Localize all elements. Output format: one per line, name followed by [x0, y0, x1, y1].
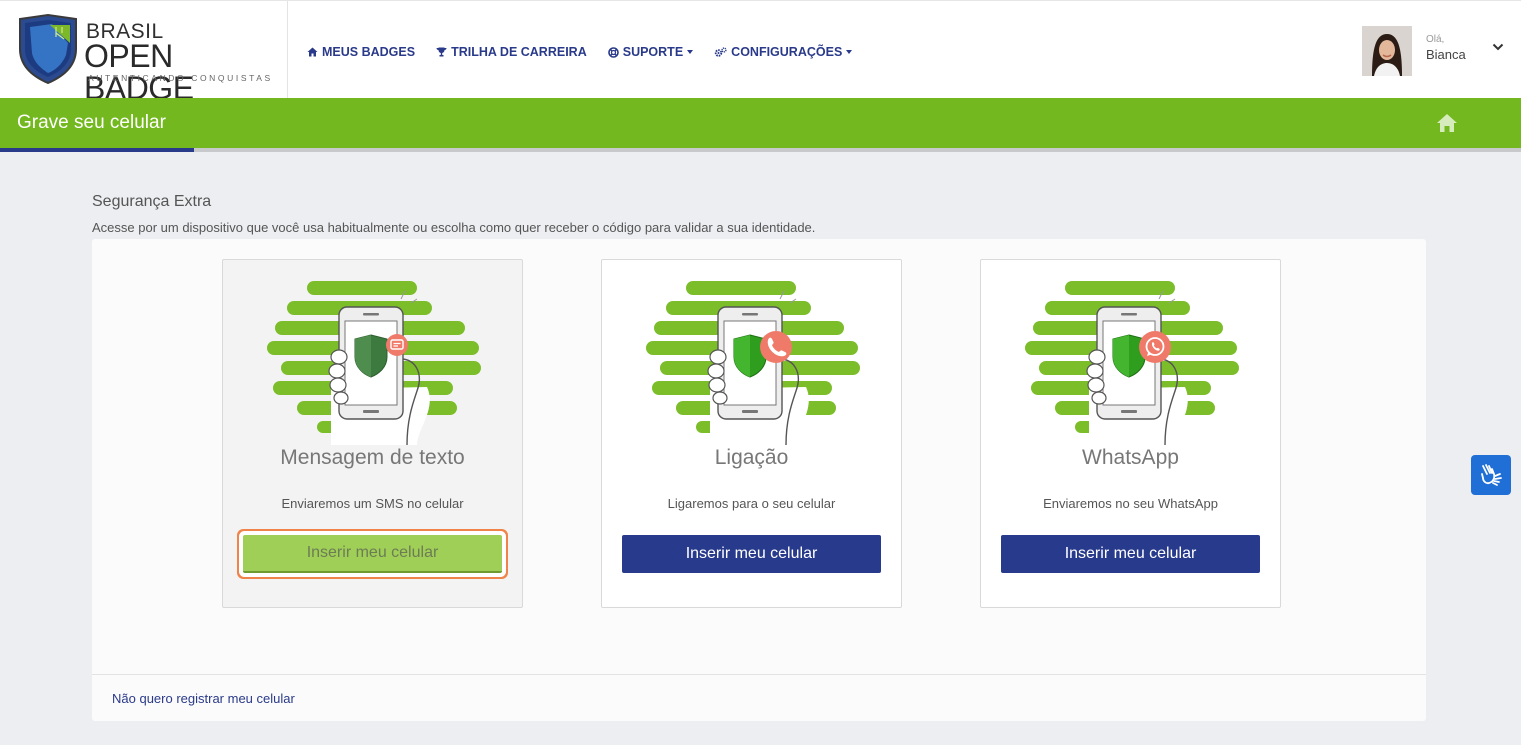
nav-trilha-de-carreira[interactable]: TRILHA DE CARREIRA — [436, 45, 587, 59]
page-bar-accent — [0, 148, 194, 152]
insert-phone-button-sms[interactable]: Inserir meu celular — [243, 535, 502, 573]
insert-phone-button-call[interactable]: Inserir meu celular — [622, 535, 881, 573]
page-title: Grave seu celular — [17, 112, 166, 133]
card-text: Ligaremos para o seu celular — [667, 496, 836, 511]
option-card-whatsapp[interactable]: WhatsApp Enviaremos no seu WhatsApp Inse… — [980, 259, 1281, 608]
top-header: BRASIL OPEN BADGE AUTENTICANDO CONQUISTA… — [0, 0, 1521, 104]
user-menu[interactable]: Olá, Bianca — [1362, 26, 1512, 76]
card-title: WhatsApp — [1082, 446, 1179, 469]
user-name: Bianca — [1426, 47, 1466, 62]
page-title-bar: Grave seu celular — [0, 98, 1521, 148]
home-icon — [307, 47, 318, 57]
option-card-sms[interactable]: Mensagem de texto Enviaremos um SMS no c… — [222, 259, 523, 608]
home-icon[interactable] — [1436, 113, 1458, 133]
sign-language-hands-icon — [1481, 464, 1502, 486]
logo-open-badge-text: OPEN BADGE — [84, 38, 194, 106]
accessibility-sign-language-button[interactable] — [1471, 455, 1511, 495]
nav-label: TRILHA DE CARREIRA — [451, 45, 587, 59]
phone-hand-illustration — [1025, 281, 1239, 445]
section-description: Acesse por um dispositivo que você usa h… — [92, 220, 816, 235]
nav-label: CONFIGURAÇÕES — [731, 45, 843, 59]
greeting-text: Olá, — [1426, 34, 1445, 45]
user-photo-icon — [1362, 26, 1412, 76]
phone-hand-illustration — [646, 281, 860, 445]
option-card-call[interactable]: Ligação Ligaremos para o seu celular Ins… — [601, 259, 902, 608]
nav-configuracoes[interactable]: CONFIGURAÇÕES — [714, 45, 853, 59]
insert-phone-button-whatsapp[interactable]: Inserir meu celular — [1001, 535, 1260, 573]
chevron-down-icon[interactable] — [1492, 43, 1504, 51]
card-text: Enviaremos no seu WhatsApp — [1043, 496, 1218, 511]
page-bar-underline — [0, 148, 1521, 152]
avatar — [1362, 26, 1412, 76]
nav-label: MEUS BADGES — [322, 45, 416, 59]
trophy-icon — [436, 47, 447, 57]
card-text: Enviaremos um SMS no celular — [281, 496, 464, 511]
card-title: Mensagem de texto — [280, 446, 465, 469]
skip-phone-registration-link[interactable]: Não quero registrar meu celular — [112, 691, 295, 706]
brand-logo[interactable]: BRASIL OPEN BADGE AUTENTICANDO CONQUISTA… — [0, 1, 288, 104]
panel-divider — [92, 674, 1426, 675]
nav-meus-badges[interactable]: MEUS BADGES — [307, 45, 415, 59]
options-panel: Mensagem de texto Enviaremos um SMS no c… — [92, 239, 1426, 721]
phone-hand-illustration — [267, 281, 481, 445]
caret-down-icon — [846, 50, 853, 54]
logo-tagline: AUTENTICANDO CONQUISTAS — [88, 73, 273, 83]
lifebuoy-icon — [607, 46, 619, 58]
nav-suporte[interactable]: SUPORTE — [607, 45, 694, 59]
nav-label: SUPORTE — [622, 45, 684, 59]
caret-down-icon — [687, 50, 694, 54]
main-nav: MEUS BADGES TRILHA DE CARREIRA SUPORTE C… — [307, 45, 873, 59]
card-title: Ligação — [714, 446, 789, 469]
shield-logo-icon — [19, 13, 77, 85]
gears-icon — [714, 46, 727, 57]
section-title: Segurança Extra — [92, 193, 212, 210]
